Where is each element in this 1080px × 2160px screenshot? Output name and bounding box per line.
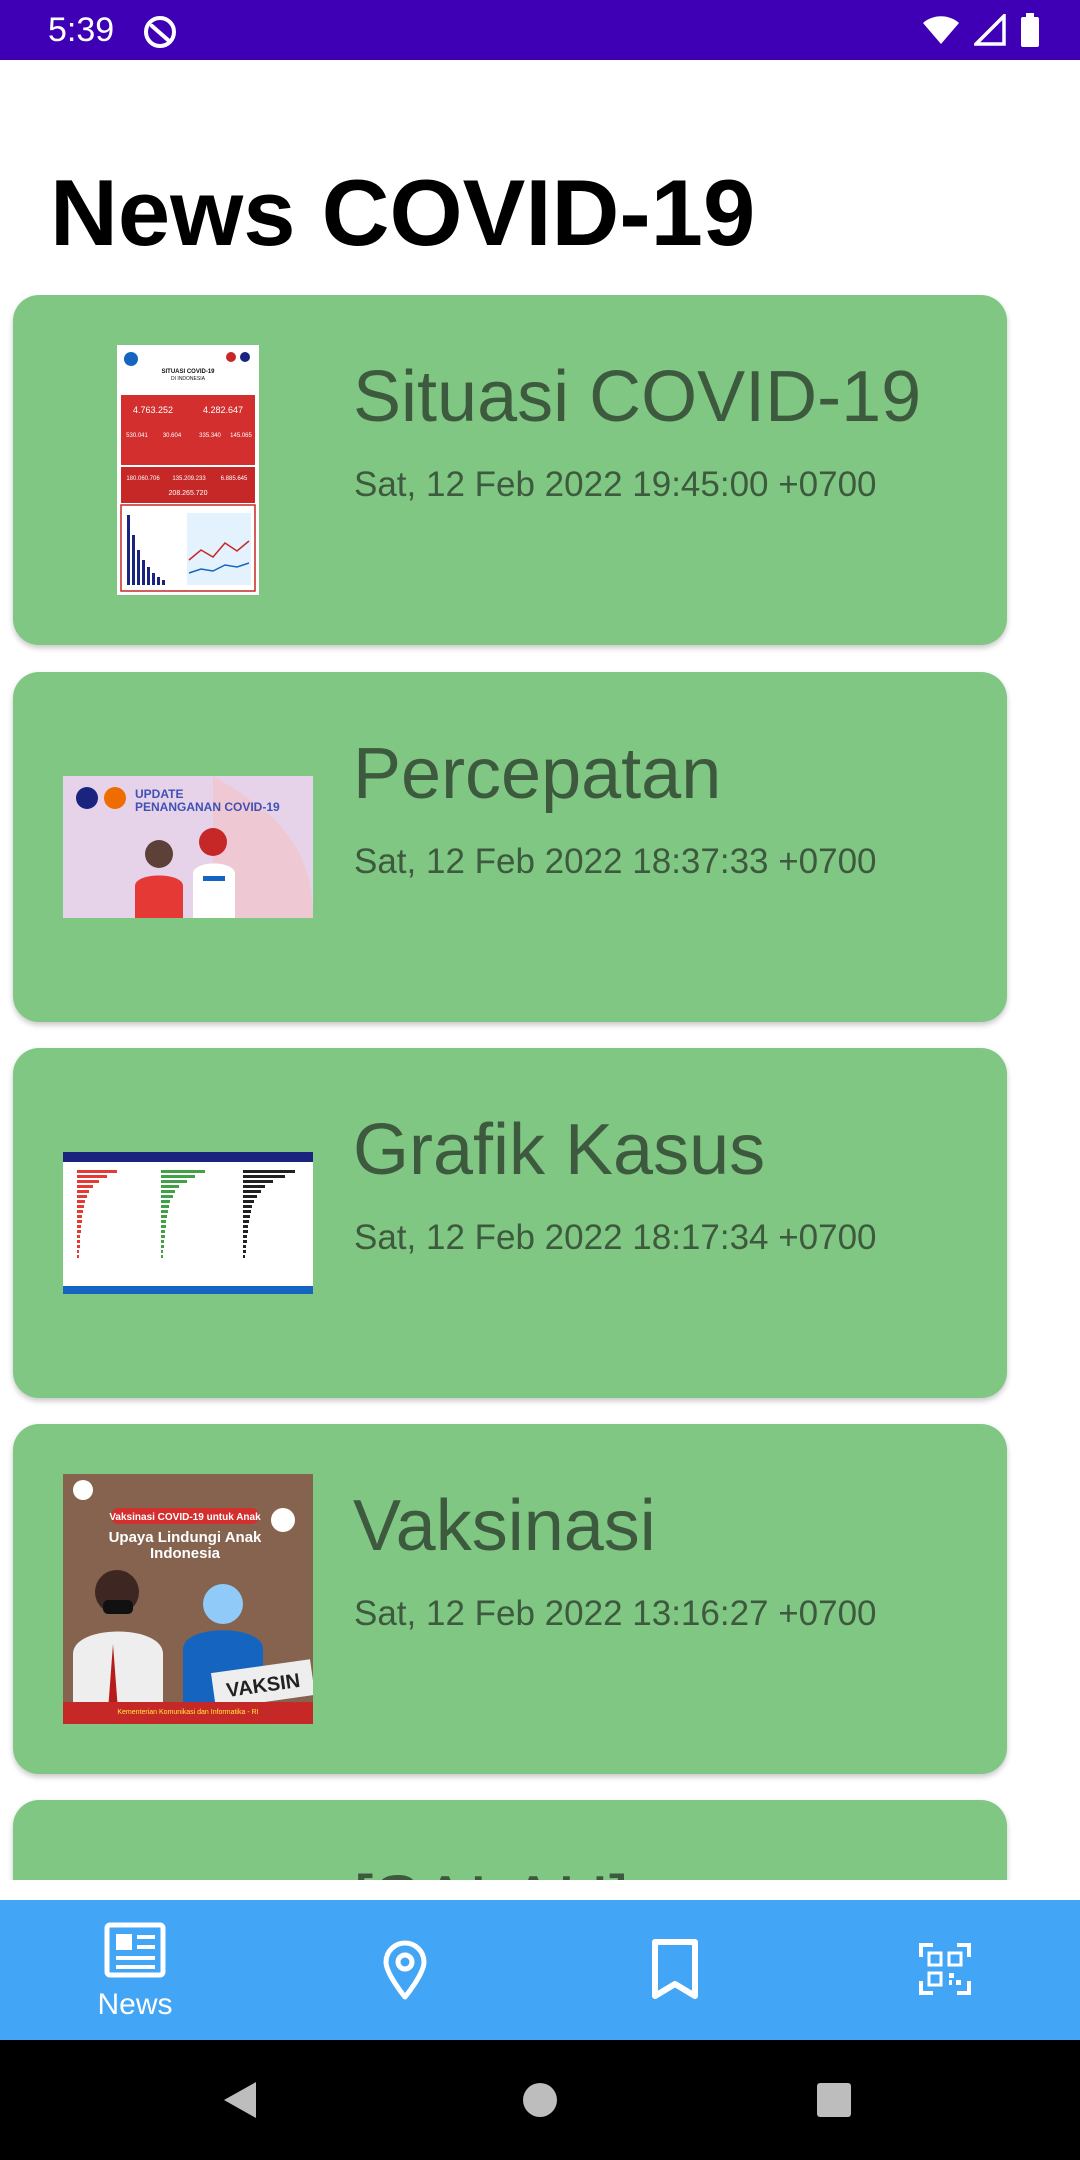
news-title: Percepatan — [353, 734, 722, 814]
qr-code-icon — [919, 1943, 971, 1995]
svg-text:6.885.645: 6.885.645 — [221, 476, 248, 482]
svg-text:PENANGANAN COVID-19: PENANGANAN COVID-19 — [135, 800, 280, 814]
news-card[interactable]: UPDATE PENANGANAN COVID-19 Percepatan Sa… — [13, 672, 1007, 1022]
news-date: Sat, 12 Feb 2022 19:45:00 +0700 — [354, 465, 877, 504]
svg-text:Indonesia: Indonesia — [150, 1545, 221, 1562]
news-card[interactable]: [SALAH] — [13, 1800, 1007, 1880]
svg-text:135.209.233: 135.209.233 — [172, 476, 206, 482]
news-icon — [104, 1922, 166, 1978]
news-date: Sat, 12 Feb 2022 13:16:27 +0700 — [354, 1594, 877, 1633]
nav-item-location[interactable] — [270, 1900, 540, 2040]
bookmark-icon — [652, 1939, 698, 1999]
wifi-icon — [923, 16, 959, 44]
status-icons — [922, 10, 1040, 50]
nav-item-qr-scanner[interactable] — [810, 1900, 1080, 2040]
news-title: Situasi COVID-19 — [353, 357, 922, 437]
svg-text:4.763.252: 4.763.252 — [133, 405, 173, 415]
bottom-navigation: News — [0, 1900, 1080, 2040]
location-pin-icon — [383, 1940, 427, 2000]
news-card[interactable]: SITUASI COVID-19 DI INDONESIA 4.763.252 … — [13, 295, 1007, 645]
nav-item-news[interactable]: News — [0, 1900, 270, 2040]
recents-icon[interactable] — [816, 2082, 852, 2118]
svg-text:4.282.647: 4.282.647 — [203, 405, 243, 415]
news-title: [SALAH] — [353, 1858, 629, 1880]
news-card[interactable]: Grafik Kasus Sat, 12 Feb 2022 18:17:34 +… — [13, 1048, 1007, 1398]
svg-text:Upaya Lindungi Anak: Upaya Lindungi Anak — [109, 1529, 262, 1546]
svg-text:Vaksinasi COVID-19 untuk Anak: Vaksinasi COVID-19 untuk Anak — [109, 1512, 261, 1523]
svg-text:208.265.720: 208.265.720 — [169, 490, 208, 497]
app-notification-icon — [144, 16, 176, 48]
news-title: Vaksinasi — [353, 1486, 656, 1566]
home-icon[interactable] — [522, 2082, 558, 2118]
situasi-thumb-title: SITUASI COVID-19 — [161, 369, 215, 375]
situasi-thumb-subtitle: DI INDONESIA — [171, 376, 206, 382]
signal-icon — [974, 14, 1006, 46]
back-icon[interactable] — [222, 2080, 258, 2120]
nav-label-news: News — [97, 1988, 173, 2021]
screen: 5:39 News COVID-19 SITUASI COVID-19 DI I… — [0, 0, 1080, 2160]
system-navigation-bar — [0, 2040, 1080, 2160]
news-date: Sat, 12 Feb 2022 18:37:33 +0700 — [354, 842, 877, 881]
news-title: Grafik Kasus — [353, 1110, 766, 1190]
nav-item-bookmark[interactable] — [540, 1900, 810, 2040]
svg-text:Kementerian Komunikasi dan Inf: Kementerian Komunikasi dan Informatika -… — [117, 1709, 258, 1716]
battery-icon — [1021, 13, 1039, 47]
svg-text:335.340: 335.340 — [199, 433, 221, 439]
update-penanganan-image: UPDATE PENANGANAN COVID-19 — [63, 776, 313, 918]
svg-text:UPDATE: UPDATE — [135, 787, 183, 801]
page-title: News COVID-19 — [50, 160, 756, 265]
vaksinasi-photo-image: Vaksinasi COVID-19 untuk Anak Upaya Lind… — [63, 1474, 313, 1724]
situasi-infographic-image: SITUASI COVID-19 DI INDONESIA 4.763.252 … — [117, 345, 259, 595]
news-date: Sat, 12 Feb 2022 18:17:34 +0700 — [354, 1218, 877, 1257]
svg-text:530.041: 530.041 — [126, 433, 148, 439]
news-list[interactable]: SITUASI COVID-19 DI INDONESIA 4.763.252 … — [0, 295, 1080, 1880]
svg-text:180.060.706: 180.060.706 — [126, 476, 160, 482]
svg-text:30.604: 30.604 — [163, 433, 182, 439]
status-time: 5:39 — [48, 11, 115, 49]
grafik-kasus-chart-image — [63, 1152, 313, 1294]
svg-text:145.065: 145.065 — [230, 433, 252, 439]
news-card[interactable]: Vaksinasi COVID-19 untuk Anak Upaya Lind… — [13, 1424, 1007, 1774]
status-bar: 5:39 — [0, 0, 1080, 60]
